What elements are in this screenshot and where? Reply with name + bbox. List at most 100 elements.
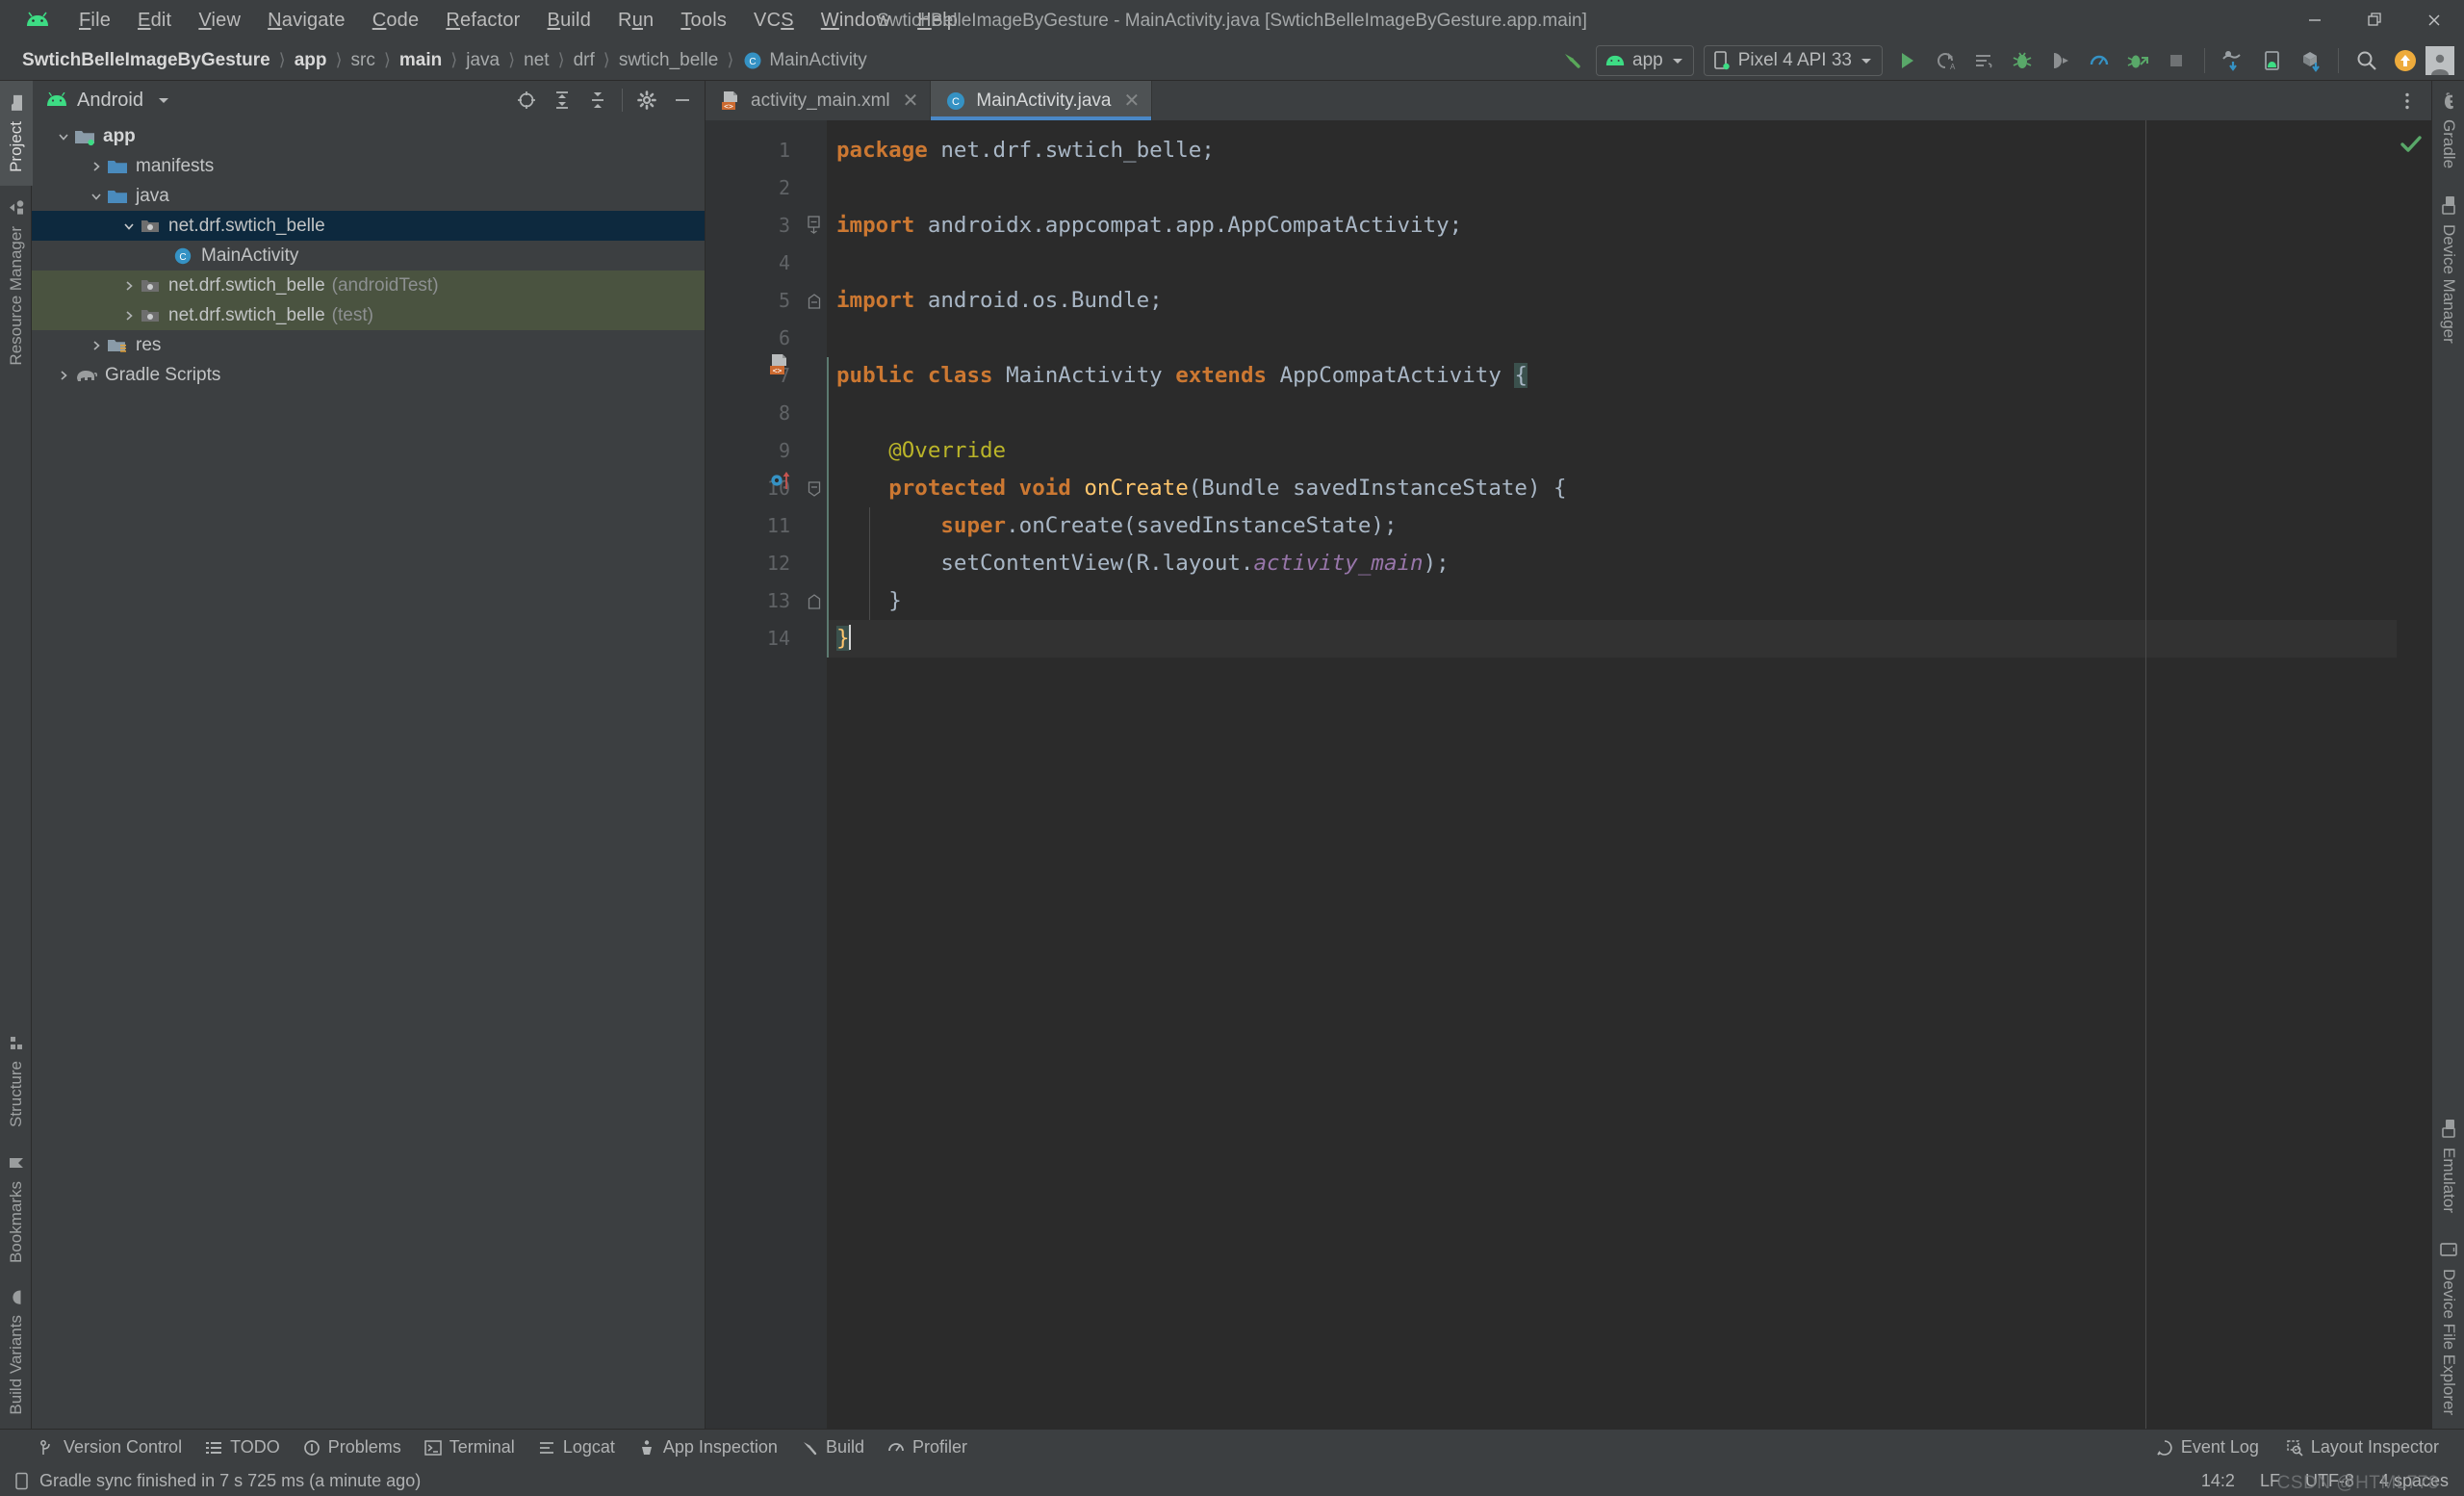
chevron-down-icon[interactable] [156, 92, 171, 108]
sidebar-item-gradle[interactable]: Gradle [2432, 81, 2464, 182]
chevron-right-icon[interactable] [53, 369, 74, 382]
sdk-manager-icon[interactable] [2292, 44, 2328, 77]
fold-marker-end[interactable] [802, 582, 827, 620]
breadcrumb-drf[interactable]: drf [567, 48, 602, 73]
bottom-tab-todo[interactable]: TODO [193, 1433, 292, 1461]
sync-gradle-icon[interactable] [2215, 44, 2251, 77]
tree-node-package-main[interactable]: net.drf.swtich_belle [32, 211, 705, 241]
breadcrumb-app[interactable]: app [288, 48, 334, 73]
menu-vcs[interactable]: VCS [740, 6, 808, 36]
chevron-right-icon[interactable] [86, 339, 107, 352]
maximize-restore-button[interactable] [2345, 0, 2404, 40]
run-configuration-selector[interactable]: app [1596, 44, 1694, 76]
sidebar-item-bookmarks[interactable]: Bookmarks [0, 1141, 33, 1277]
line-separator[interactable]: LF [2260, 1471, 2280, 1491]
chevron-right-icon[interactable] [118, 279, 140, 293]
device-selector[interactable]: Pixel 4 API 33 [1703, 44, 1883, 76]
menu-code[interactable]: Code [359, 6, 433, 36]
close-icon[interactable]: ✕ [1124, 91, 1141, 111]
run-icon[interactable] [1888, 44, 1925, 77]
breadcrumb-net[interactable]: net [517, 48, 555, 73]
minimize-button[interactable] [2285, 0, 2345, 40]
breadcrumb-main[interactable]: main [393, 48, 449, 73]
chevron-right-icon[interactable] [118, 309, 140, 322]
breadcrumb-java[interactable]: java [459, 48, 506, 73]
breadcrumb-src[interactable]: src [345, 48, 382, 73]
code-folding-gutter[interactable] [802, 120, 827, 1429]
bottom-tab-app-inspection[interactable]: App Inspection [627, 1433, 789, 1461]
sidebar-item-emulator[interactable]: Emulator [2432, 1105, 2464, 1226]
menu-file[interactable]: File [65, 6, 124, 36]
close-button[interactable] [2404, 0, 2464, 40]
sidebar-item-resource-manager[interactable]: Resource Manager [0, 186, 33, 379]
settings-gear-icon[interactable] [630, 85, 663, 116]
apply-code-changes-icon[interactable] [1965, 44, 2002, 77]
collapse-all-icon[interactable] [581, 85, 614, 116]
close-icon[interactable]: ✕ [903, 91, 919, 111]
menu-build[interactable]: Build [534, 6, 604, 36]
ok-check-icon[interactable] [2399, 132, 2424, 157]
breadcrumb-project[interactable]: SwtichBelleImageByGesture [15, 48, 277, 73]
code-text[interactable]: package net.drf.swtich_belle; import and… [827, 120, 2397, 1429]
select-opened-file-icon[interactable] [510, 85, 543, 116]
bottom-tab-layout-inspector[interactable]: Layout Inspector [2274, 1433, 2451, 1461]
apply-changes-and-restart-icon[interactable]: A [1927, 44, 1964, 77]
sidebar-item-device-manager[interactable]: Device Manager [2432, 182, 2464, 357]
expand-all-icon[interactable] [546, 85, 578, 116]
menu-edit[interactable]: Edit [124, 6, 185, 36]
run-with-coverage-icon[interactable] [2119, 44, 2156, 77]
code-editor[interactable]: 1 2 3 4 5 6 7 8 9 10 11 12 13 14 <> pack… [706, 120, 2431, 1429]
profiler-icon[interactable] [2081, 44, 2118, 77]
tree-node-res[interactable]: res [32, 330, 705, 360]
status-message-area[interactable]: Gradle sync finished in 7 s 725 ms (a mi… [0, 1471, 421, 1491]
menu-tools[interactable]: Tools [667, 6, 740, 36]
menu-window[interactable]: Window [808, 6, 904, 36]
tree-node-gradle-scripts[interactable]: Gradle Scripts [32, 360, 705, 390]
fold-marker-oncreate[interactable] [802, 470, 827, 507]
avd-manager-icon[interactable] [2253, 44, 2290, 77]
chevron-down-icon[interactable] [53, 130, 74, 143]
fold-marker-import2[interactable] [802, 282, 827, 320]
debug-icon[interactable] [2004, 44, 2040, 77]
editor-options-button[interactable] [2397, 81, 2431, 120]
tree-node-app[interactable]: app [32, 121, 705, 151]
menu-run[interactable]: Run [604, 6, 667, 36]
breadcrumb-swtich-belle[interactable]: swtich_belle [612, 48, 726, 73]
search-icon[interactable] [2348, 44, 2385, 77]
tree-node-mainactivity[interactable]: C MainActivity [32, 241, 705, 271]
tree-node-manifests[interactable]: manifests [32, 151, 705, 181]
inspection-stripe[interactable] [2397, 120, 2431, 1429]
bottom-tab-terminal[interactable]: Terminal [413, 1433, 526, 1461]
attach-debugger-icon[interactable] [2042, 44, 2079, 77]
tree-node-package-test[interactable]: net.drf.swtich_belle (test) [32, 300, 705, 330]
fold-marker-imports[interactable] [802, 207, 827, 245]
bottom-tab-build[interactable]: Build [789, 1433, 876, 1461]
indent-setting[interactable]: 4 spaces [2379, 1471, 2449, 1491]
update-available-icon[interactable] [2387, 44, 2424, 77]
sidebar-item-structure[interactable]: Structure [0, 1020, 33, 1141]
chevron-right-icon[interactable] [86, 160, 107, 173]
tab-activity-main-xml[interactable]: <> activity_main.xml ✕ [706, 81, 932, 120]
sidebar-item-build-variants[interactable]: Build Variants [0, 1277, 33, 1429]
chevron-down-icon[interactable] [86, 190, 107, 203]
menu-navigate[interactable]: Navigate [254, 6, 359, 36]
bottom-tab-event-log[interactable]: Event Log [2144, 1433, 2271, 1461]
tree-node-package-androidtest[interactable]: net.drf.swtich_belle (androidTest) [32, 271, 705, 300]
file-encoding[interactable]: UTF-8 [2305, 1471, 2354, 1491]
bottom-tab-problems[interactable]: Problems [292, 1433, 413, 1461]
build-icon[interactable] [1553, 44, 1590, 77]
menu-refactor[interactable]: Refactor [432, 6, 533, 36]
stop-icon[interactable] [2158, 44, 2194, 77]
hide-panel-icon[interactable] [666, 85, 699, 116]
bottom-tab-logcat[interactable]: Logcat [526, 1433, 627, 1461]
menu-help[interactable]: Help [904, 6, 971, 36]
tree-node-java[interactable]: java [32, 181, 705, 211]
avatar[interactable] [2426, 45, 2454, 75]
menu-view[interactable]: View [185, 6, 254, 36]
sidebar-item-project[interactable]: Project [0, 81, 33, 186]
caret-position[interactable]: 14:2 [2201, 1471, 2235, 1491]
breadcrumb-mainactivity[interactable]: C MainActivity [735, 48, 873, 73]
bottom-tab-version-control[interactable]: Version Control [27, 1433, 193, 1461]
bottom-tab-profiler[interactable]: Profiler [876, 1433, 979, 1461]
tab-mainactivity-java[interactable]: C MainActivity.java ✕ [931, 81, 1153, 120]
